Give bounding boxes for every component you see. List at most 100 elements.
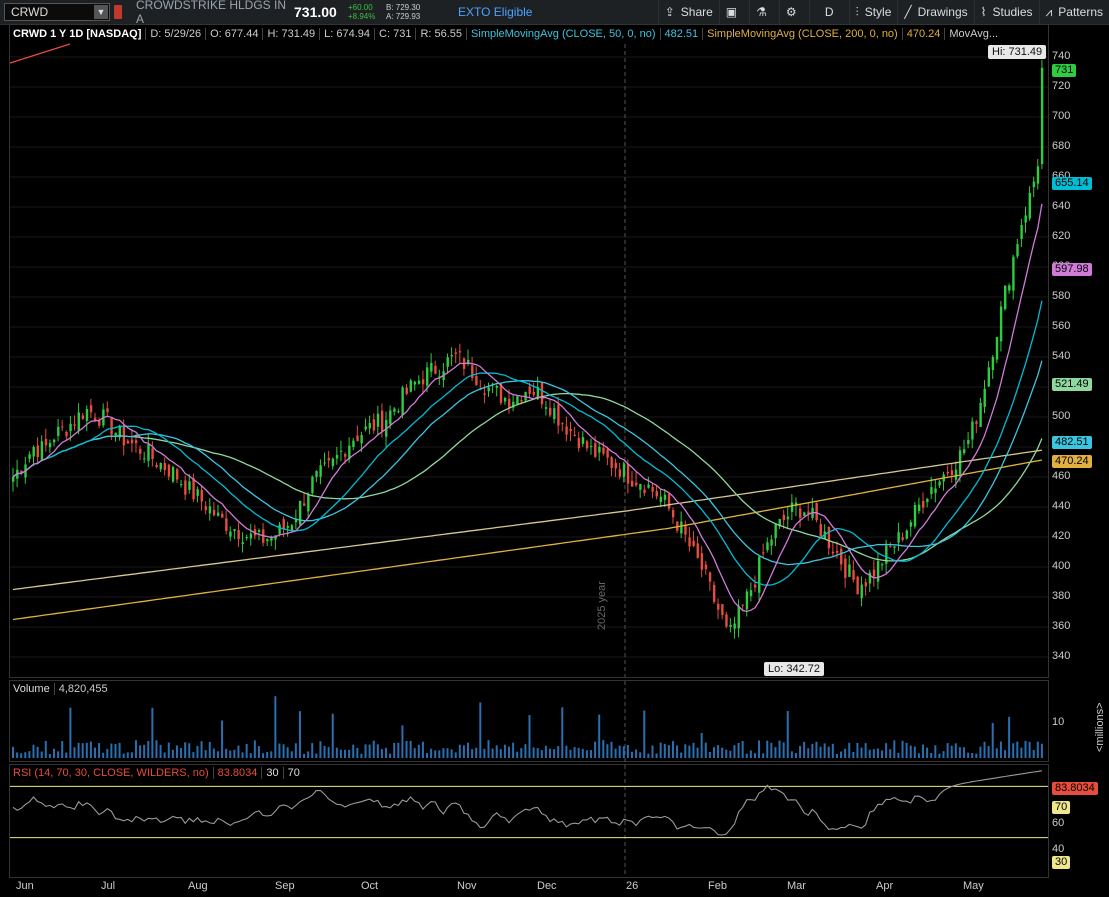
candle-body — [876, 561, 880, 582]
volume-bar — [971, 752, 974, 758]
volume-bar — [356, 747, 359, 758]
volume-bar — [335, 747, 338, 758]
candle-body — [1040, 67, 1044, 164]
volume-bar — [184, 742, 187, 758]
volume-axis-10: 10 — [1052, 716, 1065, 728]
volume-bar — [622, 746, 625, 758]
candle-body — [32, 446, 35, 457]
ema-line — [12, 300, 1043, 586]
candle-body — [926, 498, 929, 503]
volume-bar — [467, 742, 470, 758]
rsi-label[interactable]: RSI (14, 70, 30, CLOSE, WILDERS, no) — [9, 767, 214, 779]
candle-body — [450, 355, 454, 357]
volume-bar — [827, 746, 830, 758]
candle-body — [835, 550, 839, 553]
volume-bar — [77, 742, 80, 758]
candle-body — [65, 431, 68, 437]
candle-body — [930, 487, 933, 495]
candle-body — [639, 483, 642, 490]
candle-body — [540, 382, 544, 405]
candle-body — [598, 446, 601, 453]
volume-bar — [1024, 740, 1027, 758]
candle-body — [860, 584, 863, 599]
volume-bar — [372, 740, 375, 758]
volume-bar — [889, 749, 892, 758]
volume-bar — [553, 749, 556, 758]
volume-bar — [598, 714, 601, 758]
volume-bar — [257, 746, 260, 758]
candle-body — [12, 477, 15, 482]
volume-bar — [532, 747, 535, 758]
candle-body — [364, 426, 367, 430]
candle-body — [171, 467, 175, 482]
volume-bar — [282, 744, 285, 758]
candle-body — [85, 409, 89, 421]
time-tick: Apr — [876, 880, 894, 892]
volume-bar — [163, 752, 166, 758]
candle-body — [44, 438, 48, 446]
time-tick: May — [963, 880, 984, 892]
volume-bar — [188, 743, 191, 758]
volume-bar — [950, 745, 953, 758]
candle-body — [200, 490, 203, 502]
volume-bar — [462, 745, 465, 758]
volume-bar — [1008, 716, 1011, 758]
volume-bar — [979, 746, 982, 758]
candle-body — [946, 471, 950, 474]
volume-bar — [352, 744, 355, 758]
volume-bar — [770, 742, 773, 758]
volume-bar — [602, 740, 605, 758]
volume-bar — [872, 749, 875, 758]
candle-body — [528, 386, 531, 394]
volume-bar — [48, 753, 51, 758]
volume-bar — [975, 753, 978, 758]
volume-bar — [175, 745, 178, 758]
candle-body — [352, 440, 355, 448]
candle-body — [721, 604, 724, 615]
volume-bar — [790, 751, 793, 758]
candle-body — [126, 440, 130, 444]
volume-label[interactable]: Volume — [9, 683, 55, 695]
volume-bar — [1004, 750, 1007, 758]
volume-bar — [753, 753, 756, 758]
candle-body — [651, 486, 654, 492]
price-tick: 380 — [1052, 590, 1071, 602]
candle-body — [225, 518, 228, 531]
volume-bar — [516, 751, 519, 758]
candle-body — [987, 367, 991, 387]
candle-body — [319, 465, 322, 477]
candle-body — [106, 408, 109, 413]
candle-body — [708, 572, 712, 582]
price-tick: 540 — [1052, 350, 1071, 362]
candle-body — [339, 450, 343, 452]
candle-body — [241, 542, 244, 545]
volume-bar — [663, 743, 666, 758]
volume-bar — [20, 753, 23, 758]
volume-bar — [774, 747, 777, 758]
candle-body — [692, 540, 695, 546]
sma50-line — [12, 360, 1043, 566]
volume-bar — [1012, 743, 1015, 758]
candle-body — [561, 423, 564, 425]
volume-bar — [881, 750, 884, 758]
volume-bar — [848, 742, 851, 758]
volume-bar — [1036, 741, 1039, 758]
volume-bar — [1032, 749, 1035, 758]
volume-bar — [323, 745, 326, 758]
volume-bar — [643, 710, 646, 758]
volume-bar — [913, 746, 916, 758]
price-tick: 440 — [1052, 500, 1071, 512]
candle-body — [745, 591, 749, 610]
candle-body — [196, 489, 199, 496]
candle-body — [762, 552, 765, 554]
chart-canvas[interactable] — [0, 0, 1109, 897]
candle-body — [454, 352, 458, 354]
volume-bar — [561, 707, 564, 758]
rsi-30-badge: 30 — [1052, 856, 1071, 869]
candle-body — [233, 529, 236, 531]
volume-bar — [122, 753, 125, 758]
volume-bar — [405, 740, 408, 758]
rsi-70-badge: 70 — [1052, 801, 1071, 814]
volume-bar — [327, 747, 330, 758]
sma-fast-line — [12, 203, 1043, 613]
